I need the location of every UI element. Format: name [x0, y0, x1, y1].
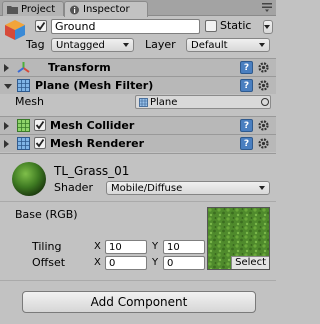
mesh-collider-title: Mesh Collider [50, 119, 135, 132]
gear-icon[interactable] [257, 137, 270, 150]
texture-select-button[interactable]: Select [231, 256, 269, 269]
help-book-icon[interactable]: ? [240, 137, 253, 150]
tab-inspector[interactable]: Inspector [64, 1, 148, 17]
checkmark-icon [35, 138, 45, 148]
static-label: Static [220, 19, 252, 32]
tiling-y-axis-label: Y [152, 241, 159, 252]
tag-value: Untagged [56, 39, 105, 51]
checkmark-icon [35, 120, 45, 130]
shader-value: Mobile/Diffuse [111, 182, 183, 194]
transform-axes-icon [17, 62, 30, 73]
fold-down-icon[interactable] [4, 84, 12, 89]
mesh-grid-icon [139, 97, 148, 107]
shader-label: Shader [54, 181, 93, 194]
help-book-icon[interactable]: ? [240, 79, 253, 92]
mesh-object-field[interactable]: Plane [135, 95, 271, 109]
fold-right-icon[interactable] [4, 140, 9, 148]
inspector-info-icon [70, 5, 79, 14]
shader-dropdown[interactable]: Mobile/Diffuse [106, 181, 270, 195]
checkmark-icon [36, 21, 46, 31]
tiling-x-input[interactable]: 10 [105, 240, 147, 254]
tag-dropdown[interactable]: Untagged [51, 38, 134, 52]
mesh-renderer-title: Mesh Renderer [50, 137, 145, 150]
layer-label: Layer [145, 38, 176, 51]
gameobject-cube-icon [5, 20, 25, 40]
add-component-button[interactable]: Add Component [22, 291, 256, 313]
offset-x-axis-label: X [94, 257, 101, 268]
material-name: TL_Grass_01 [54, 164, 130, 178]
static-checkbox[interactable] [205, 20, 217, 32]
separator [0, 153, 276, 154]
mesh-collider-header[interactable]: Mesh Collider ? [0, 116, 276, 134]
tab-project[interactable]: Project [2, 1, 64, 16]
offset-y-input[interactable]: 0 [163, 256, 205, 270]
project-folder-icon [7, 6, 18, 14]
help-book-icon[interactable]: ? [240, 119, 253, 132]
offset-label: Offset [32, 256, 66, 269]
static-dropdown[interactable] [263, 20, 273, 34]
offset-x-input[interactable]: 0 [105, 256, 147, 270]
mesh-renderer-icon [17, 137, 30, 150]
tab-bar: Project Inspector [0, 0, 276, 17]
mesh-value: Plane [150, 96, 178, 108]
offset-y-axis-label: Y [152, 257, 159, 268]
help-book-icon[interactable]: ? [240, 61, 253, 74]
fold-right-icon[interactable] [4, 122, 9, 130]
mesh-renderer-header[interactable]: Mesh Renderer ? [0, 134, 276, 152]
mesh-collider-icon [17, 119, 30, 132]
layer-value: Default [191, 39, 228, 51]
tiling-y-input[interactable]: 10 [163, 240, 205, 254]
object-picker-icon[interactable] [261, 98, 269, 106]
mesh-collider-enabled-checkbox[interactable] [34, 119, 46, 131]
mesh-renderer-enabled-checkbox[interactable] [34, 137, 46, 149]
name-input[interactable]: Ground [51, 19, 200, 34]
base-texture-slot[interactable]: Select [207, 207, 270, 270]
gear-icon[interactable] [257, 61, 270, 74]
mesh-filter-header[interactable]: Plane (Mesh Filter) ? [0, 76, 276, 94]
tag-label: Tag [26, 38, 45, 51]
gear-icon[interactable] [257, 79, 270, 92]
separator [0, 280, 276, 281]
fold-right-icon[interactable] [4, 64, 9, 72]
panel-menu-icon[interactable] [262, 3, 272, 12]
gear-icon[interactable] [257, 119, 270, 132]
transform-title: Transform [48, 61, 111, 74]
layer-dropdown[interactable]: Default [186, 38, 270, 52]
transform-header[interactable]: Transform ? [0, 58, 276, 76]
mesh-grid-icon [17, 79, 30, 92]
tab-project-label: Project [21, 3, 56, 15]
mesh-label: Mesh [15, 95, 44, 108]
tiling-label: Tiling [32, 240, 62, 253]
mesh-filter-title: Plane (Mesh Filter) [35, 79, 154, 92]
base-rgb-label: Base (RGB) [15, 208, 78, 221]
tab-inspector-label: Inspector [83, 4, 130, 15]
separator [0, 201, 276, 202]
tiling-x-axis-label: X [94, 241, 101, 252]
material-sphere-icon [12, 162, 46, 196]
active-checkbox[interactable] [35, 20, 47, 32]
